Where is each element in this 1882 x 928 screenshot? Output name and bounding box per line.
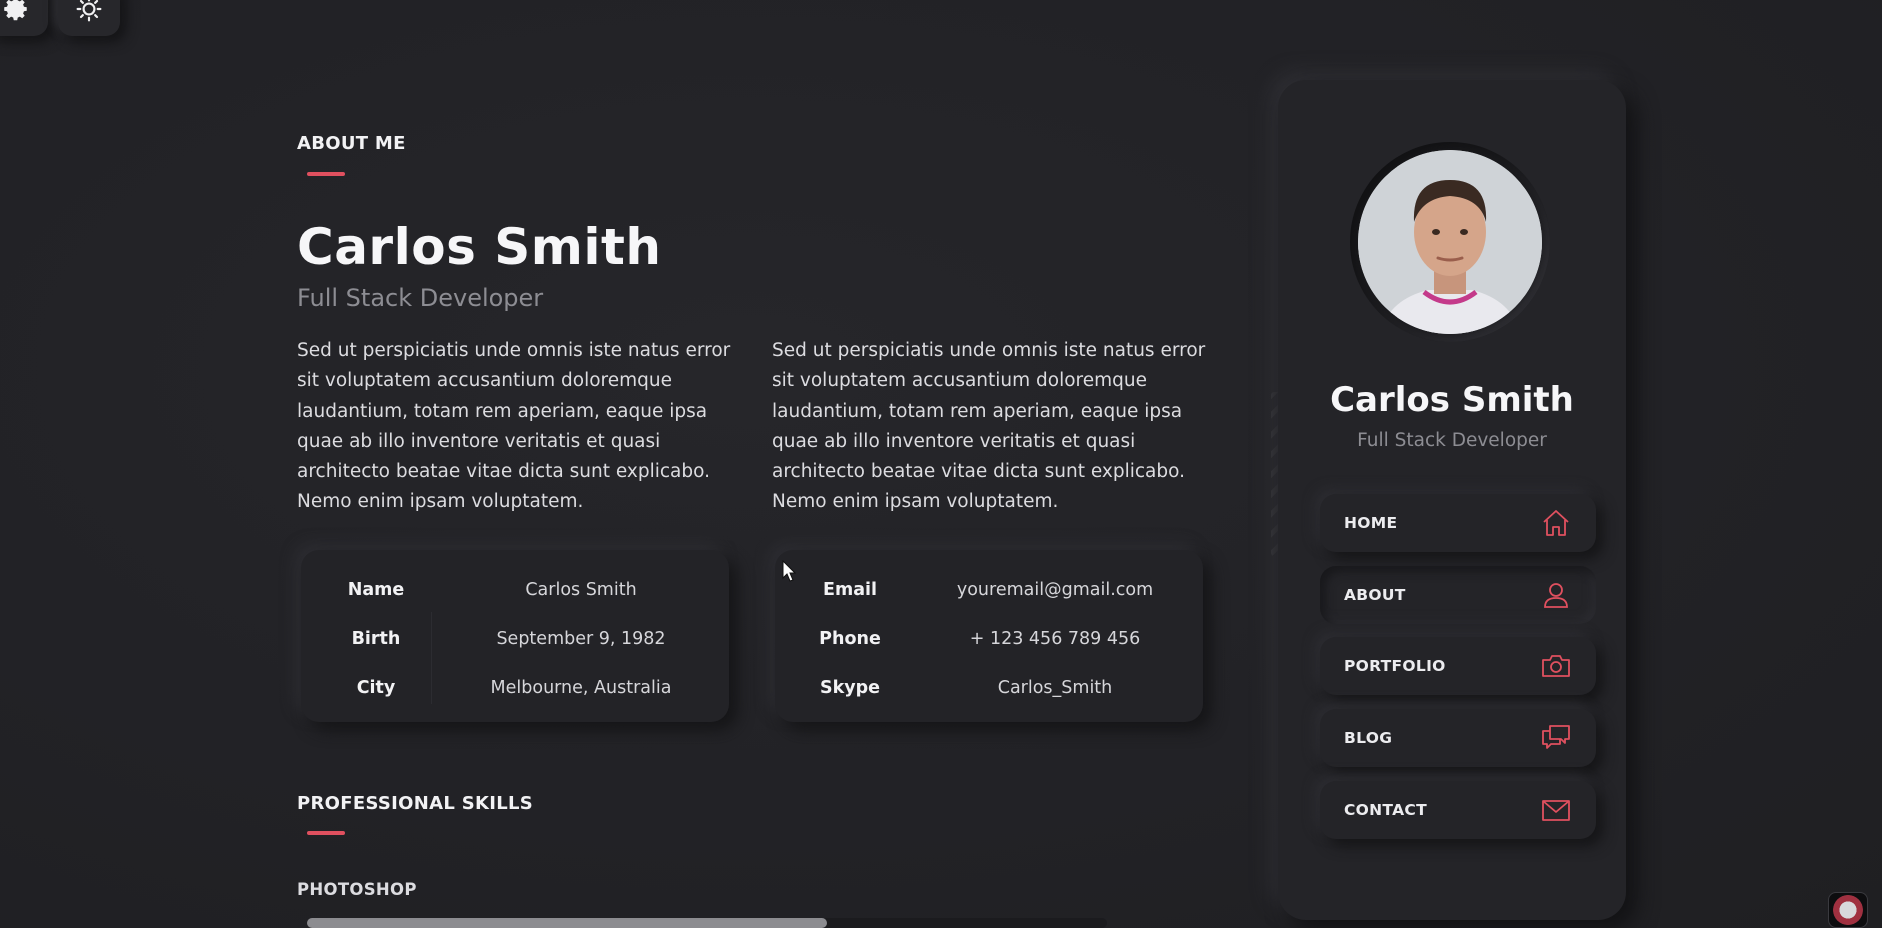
sidebar-last-name-highlight: Smith xyxy=(1462,380,1574,420)
info-key: City xyxy=(356,678,396,698)
info-value: Melbourne, Australia xyxy=(490,678,672,698)
skill-label-photoshop: PHOTOSHOP xyxy=(297,880,417,899)
camera-icon xyxy=(1542,655,1570,677)
skill-bar-photoshop xyxy=(307,918,1107,928)
nav-item-label: ABOUT xyxy=(1344,586,1406,604)
info-value: September 9, 1982 xyxy=(496,629,666,649)
nav-item-label: CONTACT xyxy=(1344,801,1427,819)
profile-sidebar: Carlos Smith Full Stack Developer HOME A… xyxy=(1278,80,1626,920)
bio-paragraph-left: Sed ut perspiciatis unde omnis iste natu… xyxy=(297,340,731,513)
nav-item-portfolio[interactable]: PORTFOLIO xyxy=(1320,637,1596,695)
info-row-name: Name Carlos Smith xyxy=(301,575,729,605)
skills-title-underline xyxy=(307,831,345,835)
user-icon xyxy=(1544,583,1568,608)
nav-item-label: HOME xyxy=(1344,514,1398,532)
sun-icon xyxy=(76,0,102,22)
nav-item-blog[interactable]: BLOG xyxy=(1320,709,1596,767)
about-title-underline xyxy=(307,172,345,176)
theme-toggle-button[interactable] xyxy=(58,0,120,36)
sidebar-first-name: Carlos xyxy=(1330,380,1451,420)
info-value: Carlos_Smith xyxy=(997,678,1113,698)
avatar-portrait xyxy=(1358,150,1542,334)
info-key: Skype xyxy=(819,678,881,698)
bio-paragraph-right: Sed ut perspiciatis unde omnis iste natu… xyxy=(772,340,1206,513)
nav-item-home[interactable]: HOME xyxy=(1320,494,1596,552)
settings-button[interactable] xyxy=(0,0,48,36)
contact-info-card: Email youremail@gmail.com Phone + 123 45… xyxy=(775,550,1203,722)
info-key: Name xyxy=(347,580,405,600)
mail-icon xyxy=(1542,800,1570,821)
nav-item-about[interactable]: ABOUT xyxy=(1320,566,1596,624)
avatar xyxy=(1358,150,1542,334)
info-value: + 123 456 789 456 xyxy=(969,629,1141,649)
sidebar-last-name: Smith xyxy=(1461,380,1574,420)
info-row-birth: Birth September 9, 1982 xyxy=(301,624,729,654)
hero-role: Full Stack Developer xyxy=(297,284,544,312)
hero-name: Carlos Smith xyxy=(297,218,662,276)
hero-last-name-highlight: Smith xyxy=(494,218,662,276)
info-value: Carlos Smith xyxy=(525,580,637,600)
sidebar-name: Carlos Smith xyxy=(1278,380,1626,420)
avatar-frame xyxy=(1350,142,1550,342)
hero-first-name: Carlos xyxy=(297,218,477,276)
nav-item-label: PORTFOLIO xyxy=(1344,657,1446,675)
info-key: Birth xyxy=(351,629,401,649)
info-row-email: Email youremail@gmail.com xyxy=(775,575,1203,605)
hero-last-name: Smith xyxy=(494,218,662,276)
info-row-skype: Skype Carlos_Smith xyxy=(775,673,1203,703)
info-value: youremail@gmail.com xyxy=(956,580,1154,600)
personal-info-card: Name Carlos Smith Birth September 9, 198… xyxy=(301,550,729,722)
info-key: Email xyxy=(823,580,877,600)
channel-logo xyxy=(1828,892,1868,928)
info-row-phone: Phone + 123 456 789 456 xyxy=(775,624,1203,654)
chat-icon xyxy=(1542,725,1570,749)
skill-bar-fill xyxy=(307,918,827,928)
info-row-city: City Melbourne, Australia xyxy=(301,673,729,703)
mouse-cursor-icon xyxy=(782,560,796,582)
nav-item-contact[interactable]: CONTACT xyxy=(1320,781,1596,839)
sidebar-role: Full Stack Developer xyxy=(1357,430,1547,451)
about-section-title: ABOUT ME xyxy=(297,133,406,154)
skills-section-title: PROFESSIONAL SKILLS xyxy=(297,793,534,814)
nav-item-label: BLOG xyxy=(1344,729,1393,747)
home-icon xyxy=(1543,510,1569,536)
gear-icon xyxy=(4,0,27,21)
about-section: ABOUT ME Carlos Smith Full Stack Develop… xyxy=(297,0,1227,928)
channel-logo-mark xyxy=(1833,895,1863,925)
info-key: Phone xyxy=(819,629,881,649)
